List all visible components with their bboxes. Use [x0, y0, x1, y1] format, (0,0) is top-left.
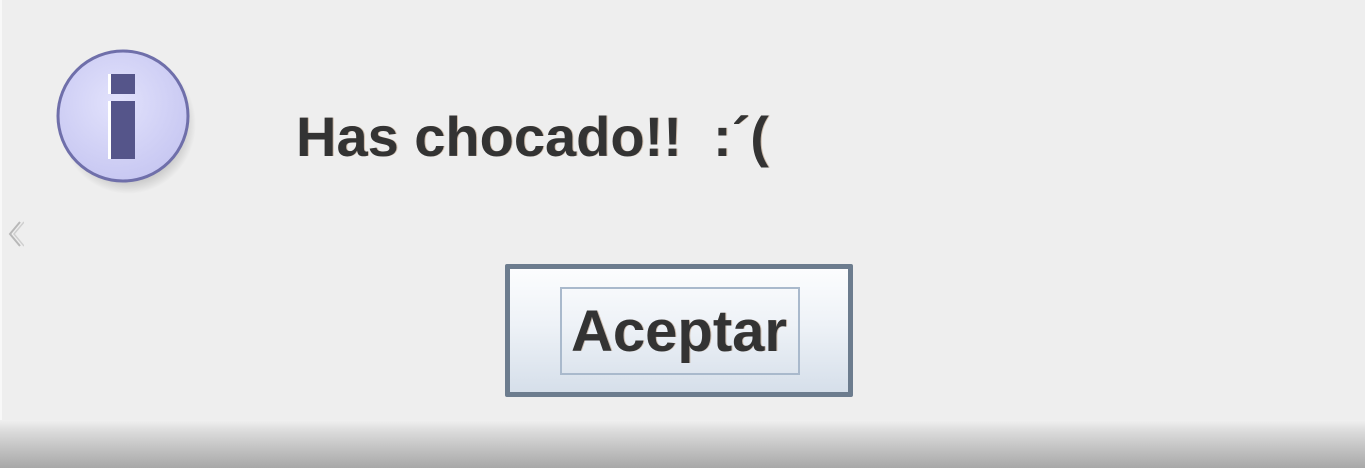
chevron-left-icon	[8, 221, 24, 247]
accept-button[interactable]: Aceptar	[505, 264, 853, 397]
left-edge	[0, 0, 2, 425]
accept-button-label: Aceptar	[571, 299, 787, 364]
message-dialog: Has chocado!! :´( Aceptar	[0, 0, 1365, 468]
info-icon	[56, 49, 196, 194]
dialog-message: Has chocado!! :´(	[296, 105, 769, 168]
window-bottom-edge	[0, 420, 1365, 468]
